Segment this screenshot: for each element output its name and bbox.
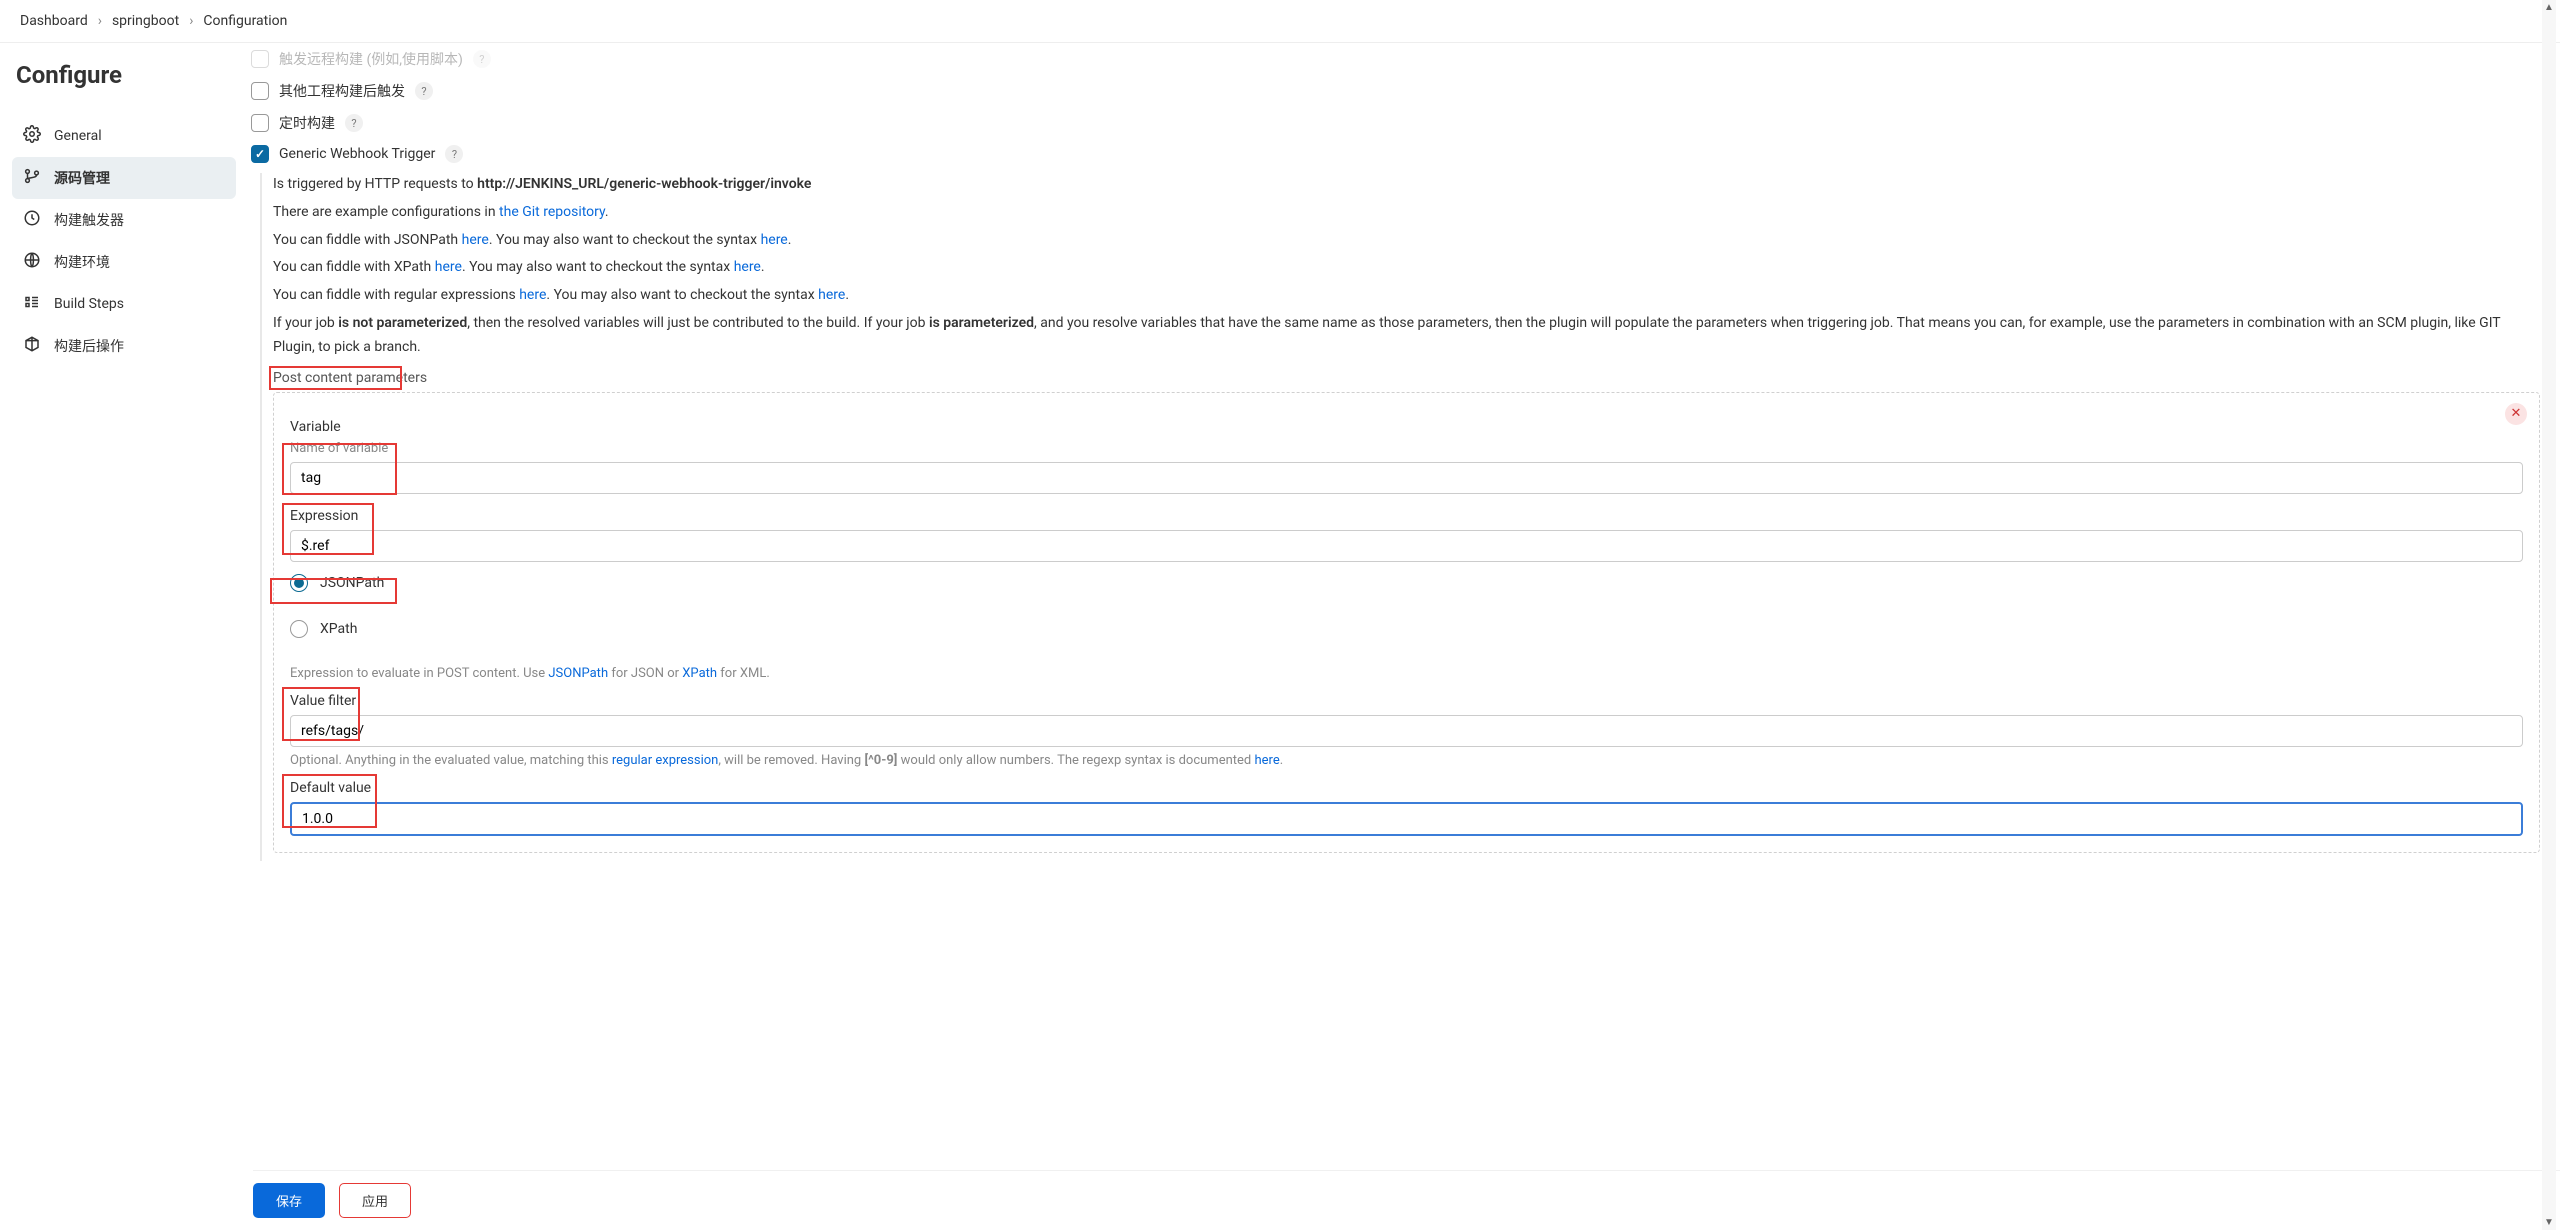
input-default-value[interactable] — [290, 802, 2523, 836]
trigger-label: 触发远程构建 (例如,使用脚本) — [279, 49, 463, 69]
input-expression[interactable] — [290, 530, 2523, 562]
label-default-value: Default value — [290, 780, 2523, 796]
nav-scm[interactable]: 源码管理 — [12, 157, 236, 199]
link-jsonpath[interactable]: JSONPath — [548, 666, 608, 681]
desc-regex: You can fiddle with regular expressions … — [273, 284, 2540, 308]
nav-label: General — [54, 128, 102, 144]
globe-icon — [23, 251, 41, 273]
sidebar: Configure General 源码管理 构建触发器 构建环境 Build … — [0, 43, 248, 941]
radio-jsonpath-row: JSONPath — [290, 574, 2523, 592]
trigger-label: 其他工程构建后触发 — [279, 81, 405, 101]
gear-icon — [23, 125, 41, 147]
trigger-webhook: Generic Webhook Trigger ? — [248, 139, 2540, 169]
chevron-right-icon: › — [189, 13, 193, 29]
radio-label: XPath — [320, 621, 357, 637]
help-icon[interactable]: ? — [473, 50, 491, 68]
variable-panel: ✕ Variable Name of variable Expression — [273, 392, 2540, 853]
hint-expression: Expression to evaluate in POST content. … — [290, 666, 2523, 681]
checkbox[interactable] — [251, 114, 269, 132]
crumb-page[interactable]: Configuration — [203, 13, 287, 29]
link-here[interactable]: here — [1255, 753, 1280, 768]
label-variable: Variable — [290, 419, 2523, 435]
link-here[interactable]: here — [435, 259, 462, 275]
help-icon[interactable]: ? — [345, 114, 363, 132]
desc-params: If your job is not parameterized, then t… — [273, 312, 2540, 360]
clock-icon — [23, 209, 41, 231]
nav-post-build[interactable]: 构建后操作 — [12, 325, 236, 367]
trigger-remote: 触发远程构建 (例如,使用脚本) ? — [248, 43, 2540, 75]
section-post-params: Post content parameters — [273, 370, 2540, 386]
label-name: Name of variable — [290, 441, 2523, 456]
desc-jsonpath: You can fiddle with JSONPath here. You m… — [273, 229, 2540, 253]
chevron-right-icon: › — [98, 13, 102, 29]
link-xpath[interactable]: XPath — [682, 666, 717, 681]
nav-label: 构建触发器 — [54, 210, 124, 230]
steps-icon — [23, 293, 41, 315]
apply-button[interactable]: 应用 — [339, 1183, 411, 1218]
nav-label: 源码管理 — [54, 168, 110, 188]
nav-label: 构建后操作 — [54, 336, 124, 356]
link-here[interactable]: here — [761, 232, 788, 248]
main-content: 触发远程构建 (例如,使用脚本) ? 其他工程构建后触发 ? 定时构建 ? Ge… — [248, 43, 2560, 941]
link-here[interactable]: here — [818, 287, 845, 303]
link-here[interactable]: here — [734, 259, 761, 275]
label-expression: Expression — [290, 508, 2523, 524]
link-git-repo[interactable]: the Git repository — [499, 204, 605, 220]
breadcrumb: Dashboard › springboot › Configuration — [0, 0, 2560, 43]
trigger-label: Generic Webhook Trigger — [279, 146, 435, 162]
link-regex[interactable]: regular expression — [612, 753, 719, 768]
checkbox[interactable] — [251, 82, 269, 100]
radio-xpath[interactable] — [290, 620, 308, 638]
radio-label: JSONPath — [320, 575, 384, 591]
nav-label: 构建环境 — [54, 252, 110, 272]
nav-label: Build Steps — [54, 296, 124, 312]
radio-jsonpath[interactable] — [290, 574, 308, 592]
link-here[interactable]: here — [519, 287, 546, 303]
nav-build-steps[interactable]: Build Steps — [12, 283, 236, 325]
help-icon[interactable]: ? — [415, 82, 433, 100]
radio-xpath-row: XPath — [290, 620, 2523, 638]
trigger-label: 定时构建 — [279, 113, 335, 133]
checkbox[interactable] — [251, 50, 269, 68]
input-value-filter[interactable] — [290, 715, 2523, 747]
desc-xpath: You can fiddle with XPath here. You may … — [273, 256, 2540, 280]
nav-env[interactable]: 构建环境 — [12, 241, 236, 283]
checkbox-checked[interactable] — [251, 145, 269, 163]
input-variable-name[interactable] — [290, 462, 2523, 494]
hint-filter: Optional. Anything in the evaluated valu… — [290, 753, 2523, 768]
nav-triggers[interactable]: 构建触发器 — [12, 199, 236, 241]
link-here[interactable]: here — [462, 232, 489, 248]
label-value-filter: Value filter — [290, 693, 2523, 709]
webhook-config: Is triggered by HTTP requests to http://… — [260, 173, 2540, 861]
trigger-upstream: 其他工程构建后触发 ? — [248, 75, 2540, 107]
crumb-dashboard[interactable]: Dashboard — [20, 13, 88, 29]
scroll-up-icon: ▲ — [2542, 2, 2556, 13]
footer-actions: 保存 应用 — [253, 1170, 2560, 1230]
desc-repo: There are example configurations in the … — [273, 201, 2540, 225]
nav-general[interactable]: General — [12, 115, 236, 157]
branch-icon — [23, 167, 41, 189]
scrollbar[interactable]: ▲ ▼ — [2542, 0, 2556, 1230]
trigger-schedule: 定时构建 ? — [248, 107, 2540, 139]
help-icon[interactable]: ? — [445, 145, 463, 163]
save-button[interactable]: 保存 — [253, 1183, 325, 1218]
crumb-project[interactable]: springboot — [112, 13, 179, 29]
desc-url: Is triggered by HTTP requests to http://… — [273, 173, 2540, 197]
scroll-down-icon: ▼ — [2542, 1217, 2556, 1228]
page-title: Configure — [12, 61, 236, 89]
package-icon — [23, 335, 41, 357]
